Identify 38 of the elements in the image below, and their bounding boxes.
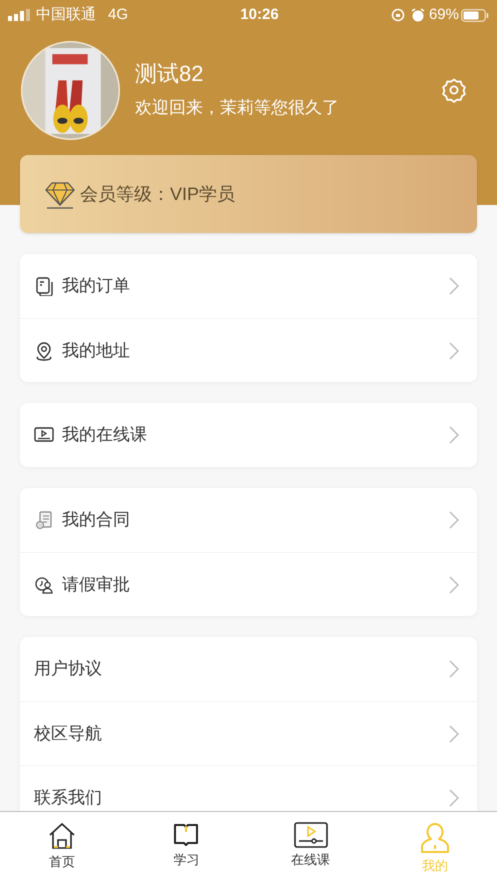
location-pin-icon — [34, 340, 54, 360]
person-clock-icon — [34, 574, 54, 594]
contract-icon — [34, 510, 54, 530]
chevron-right-icon — [449, 724, 459, 742]
membership-level: 会员等级：VIP学员 — [80, 182, 236, 206]
battery-icon — [461, 8, 489, 22]
menu-item[interactable]: 用户协议 — [20, 637, 477, 701]
chevron-right-icon — [449, 576, 459, 594]
clock-time: 10:26 — [240, 4, 279, 25]
menu-item[interactable]: 我的订单 — [20, 254, 477, 318]
tab[interactable]: 学习 — [124, 812, 248, 883]
chevron-right-icon — [449, 277, 459, 295]
chevron-right-icon — [449, 426, 459, 444]
menu-item[interactable]: 我的地址 — [20, 318, 477, 382]
carrier-name: 中国联通 — [36, 4, 96, 25]
home-icon — [48, 822, 76, 850]
alarm-clock-icon — [410, 8, 425, 22]
signal-icon — [8, 9, 32, 21]
menu-item[interactable]: 我的合同 — [20, 488, 477, 552]
user-name: 测试82 — [135, 61, 204, 87]
chevron-right-icon — [449, 342, 459, 360]
chevron-right-icon — [449, 660, 459, 678]
menu-item[interactable]: 请假审批 — [20, 552, 477, 616]
video-screen-icon — [294, 822, 328, 848]
rotation-lock-icon — [390, 8, 405, 22]
settings-icon[interactable] — [441, 77, 467, 103]
chevron-right-icon — [449, 511, 459, 529]
menu-item[interactable]: 我的在线课 — [20, 403, 477, 467]
tab[interactable]: 首页 — [0, 812, 124, 883]
chevron-right-icon — [449, 788, 459, 806]
person-icon — [420, 822, 450, 854]
network-type: 4G — [108, 4, 128, 25]
document-icon — [34, 276, 54, 296]
battery-percent: 69% — [428, 4, 459, 25]
menu-item[interactable]: 校区导航 — [20, 701, 477, 765]
book-icon — [172, 822, 200, 848]
welcome-message: 欢迎回来，茉莉等您很久了 — [135, 97, 340, 119]
tab[interactable]: 在线课 — [248, 812, 373, 883]
